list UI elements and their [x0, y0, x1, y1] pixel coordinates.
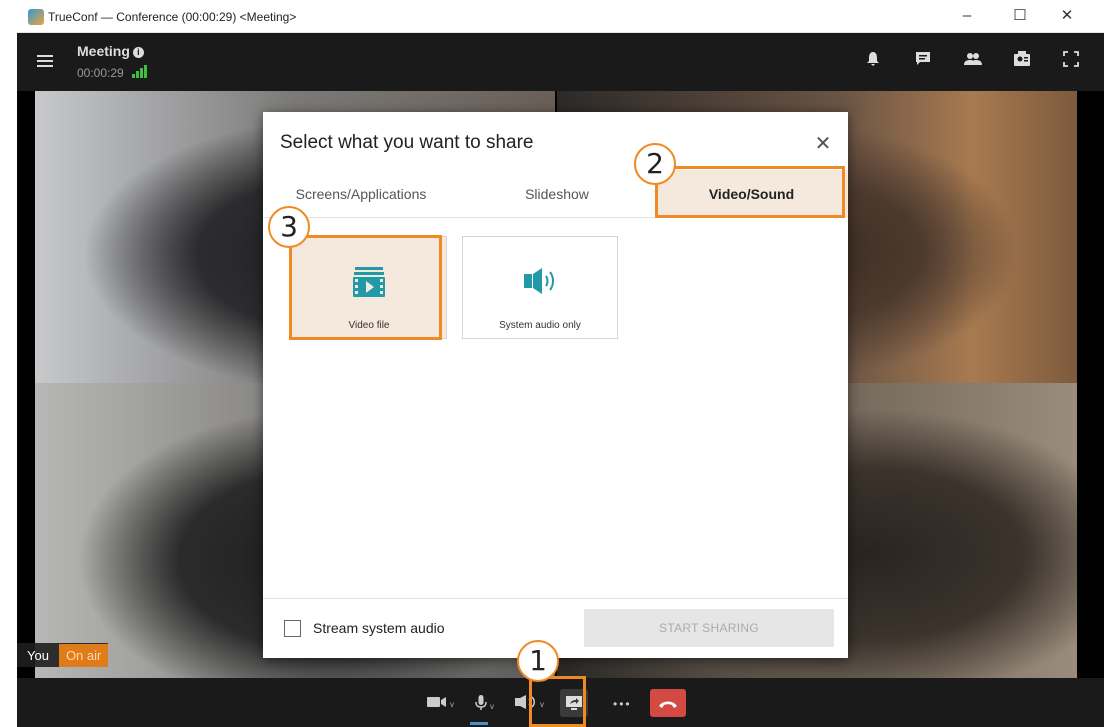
start-sharing-button[interactable]: START SHARING: [584, 609, 834, 647]
contacts-icon[interactable]: [1011, 51, 1033, 73]
signal-strength-icon: [132, 65, 148, 81]
you-label: You: [27, 647, 49, 663]
stream-system-audio-checkbox[interactable]: [284, 620, 301, 637]
hang-up-icon: [659, 701, 677, 709]
option-label: System audio only: [499, 320, 581, 331]
step-1-callout: 1: [517, 640, 559, 682]
hang-up-button[interactable]: [650, 689, 686, 717]
participants-icon[interactable]: [962, 51, 984, 73]
minimize-button[interactable]: –: [955, 4, 979, 28]
chevron-down-icon[interactable]: v: [450, 700, 454, 709]
mic-level-indicator: [470, 722, 488, 725]
microphone-icon: [475, 695, 487, 710]
more-options-button[interactable]: •••: [613, 695, 632, 713]
fullscreen-icon[interactable]: [1060, 51, 1082, 73]
close-window-button[interactable]: ✕: [1055, 4, 1079, 28]
conference-header: Meeting i 00:00:29: [17, 33, 1104, 91]
option-system-audio-only[interactable]: System audio only: [462, 236, 618, 339]
tab-highlight-frame: [655, 166, 845, 218]
share-button-highlight: [529, 676, 586, 727]
window-title: TrueConf — Conference (00:00:29) <Meetin…: [48, 10, 297, 24]
meeting-title-text: Meeting: [77, 43, 130, 59]
speaker-icon: [524, 268, 554, 294]
meeting-title: Meeting i: [77, 43, 144, 59]
meeting-timer: 00:00:29: [77, 65, 148, 81]
option-highlight-frame: [289, 235, 442, 340]
tab-slideshow[interactable]: Slideshow: [459, 170, 655, 218]
chat-icon[interactable]: [912, 51, 934, 73]
camera-button[interactable]: v: [427, 695, 454, 713]
close-icon[interactable]: ✕: [811, 132, 835, 156]
app-logo-icon: [28, 9, 44, 25]
on-air-badge: On air: [58, 643, 109, 667]
microphone-button[interactable]: v: [475, 695, 494, 713]
chevron-down-icon[interactable]: v: [490, 702, 494, 711]
camera-icon: [427, 697, 446, 707]
info-icon[interactable]: i: [132, 47, 144, 58]
stream-system-audio-label[interactable]: Stream system audio: [313, 620, 445, 636]
window-titlebar: TrueConf — Conference (00:00:29) <Meetin…: [17, 0, 1104, 33]
dialog-title: Select what you want to share: [280, 132, 534, 153]
step-2-callout: 2: [634, 143, 676, 185]
step-3-callout: 3: [268, 206, 310, 248]
menu-icon[interactable]: [37, 55, 53, 67]
bell-icon[interactable]: [862, 51, 884, 73]
self-view-label: You On air: [17, 643, 109, 667]
meeting-elapsed: 00:00:29: [77, 66, 124, 80]
maximize-button[interactable]: ☐: [1008, 4, 1032, 28]
